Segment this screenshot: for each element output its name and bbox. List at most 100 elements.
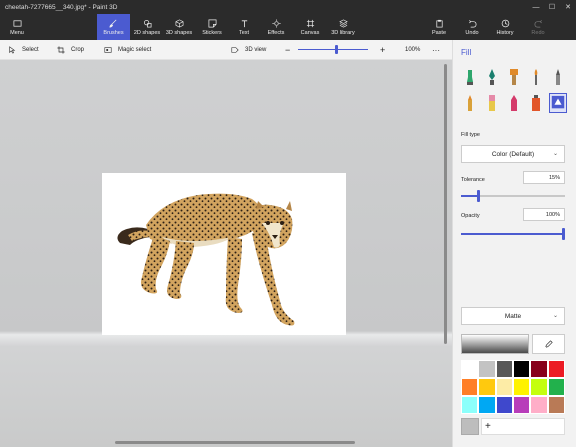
tab-3d-library[interactable]: 3D library	[328, 14, 358, 40]
color-swatch[interactable]	[513, 396, 531, 414]
color-swatch[interactable]	[478, 360, 496, 378]
undo-icon	[468, 19, 476, 27]
select-label: Select	[22, 47, 39, 53]
color-swatch[interactable]	[547, 360, 565, 378]
menu-label: Menu	[10, 29, 24, 36]
undo-label: Undo	[465, 29, 479, 36]
tab-3d-shapes[interactable]: 3D shapes	[164, 14, 194, 40]
color-swatch[interactable]	[495, 378, 513, 396]
effects-icon	[271, 18, 281, 28]
2d-shapes-icon	[143, 19, 151, 27]
tolerance-slider-thumb[interactable]	[476, 190, 480, 202]
selection-toolbar: Select Crop Magic select 3D view − + 100…	[0, 40, 452, 60]
zoom-in-button[interactable]: +	[380, 40, 385, 60]
chevron-down-icon: ⌄	[552, 313, 558, 319]
zoom-slider-thumb[interactable]	[335, 45, 339, 54]
select-button[interactable]: Select	[8, 40, 39, 60]
3d-shapes-icon	[175, 19, 183, 27]
tab-2d-shapes-label: 2D shapes	[133, 29, 161, 36]
oil-brush-icon[interactable]	[507, 68, 521, 86]
canvas[interactable]	[102, 173, 346, 335]
current-color-swatch[interactable]	[461, 418, 479, 435]
panel-title: Fill	[461, 48, 472, 57]
vertical-scrollbar[interactable]	[444, 64, 447, 344]
history-icon	[501, 19, 509, 27]
watercolor-icon[interactable]	[529, 68, 543, 86]
horizontal-scrollbar[interactable]	[115, 441, 355, 444]
fill-panel: Fill Fill type Color (Default) ⌄ Toleran…	[452, 40, 576, 447]
zoom-out-button[interactable]: −	[285, 40, 290, 60]
tab-text[interactable]: Text	[233, 14, 255, 40]
opacity-slider-thumb[interactable]	[562, 228, 565, 240]
color-preview[interactable]	[461, 334, 529, 354]
calligraphy-pen-icon[interactable]	[485, 68, 499, 86]
pixel-pen-icon[interactable]	[551, 68, 565, 86]
tolerance-slider-fill	[461, 195, 477, 197]
color-swatch[interactable]	[461, 396, 479, 414]
marker-icon[interactable]	[463, 68, 477, 86]
paste-label: Paste	[431, 29, 447, 36]
fill-icon[interactable]	[549, 93, 567, 113]
tolerance-input[interactable]: 15%	[523, 171, 565, 184]
more-options-button[interactable]: ···	[432, 40, 440, 60]
tab-brushes[interactable]: Brushes	[97, 14, 130, 40]
zoom-value: 100%	[405, 47, 421, 53]
tab-2d-shapes[interactable]: 2D shapes	[132, 14, 162, 40]
crop-label: Crop	[71, 47, 85, 53]
opacity-slider[interactable]	[461, 228, 565, 240]
tab-brushes-label: Brushes	[103, 29, 124, 36]
color-swatch[interactable]	[495, 396, 513, 414]
spray-can-icon[interactable]	[529, 94, 543, 112]
color-swatch[interactable]	[530, 378, 548, 396]
color-swatch[interactable]	[530, 396, 548, 414]
color-swatch[interactable]	[513, 360, 531, 378]
eraser-icon[interactable]	[485, 94, 499, 112]
tab-stickers-label: Stickers	[202, 29, 222, 36]
close-button[interactable]: ✕	[560, 0, 576, 14]
tab-canvas[interactable]: Canvas	[297, 14, 323, 40]
opacity-input[interactable]: 100%	[523, 208, 565, 221]
fill-type-dropdown[interactable]: Color (Default) ⌄	[461, 145, 565, 163]
tab-canvas-label: Canvas	[300, 29, 320, 36]
eyedropper-icon	[544, 340, 553, 348]
color-swatch[interactable]	[461, 360, 479, 378]
pencil-icon[interactable]	[463, 94, 477, 112]
add-color-button[interactable]: +	[481, 418, 565, 435]
history-button[interactable]: History	[494, 14, 516, 40]
crop-icon	[57, 46, 65, 54]
color-swatch[interactable]	[495, 360, 513, 378]
color-swatch[interactable]	[530, 360, 548, 378]
tab-effects-label: Effects	[267, 29, 285, 36]
color-swatch[interactable]	[547, 396, 565, 414]
color-swatch[interactable]	[478, 396, 496, 414]
canvas-icon	[306, 19, 314, 27]
zoom-slider-track[interactable]	[298, 49, 368, 50]
crayon-icon[interactable]	[507, 94, 521, 112]
color-swatch[interactable]	[513, 378, 531, 396]
redo-label: Redo	[531, 29, 545, 36]
paste-button[interactable]: Paste	[428, 14, 450, 40]
maximize-button[interactable]: ☐	[544, 0, 560, 14]
tab-effects[interactable]: Effects	[263, 14, 289, 40]
minimize-button[interactable]: —	[528, 0, 544, 14]
color-swatch[interactable]	[547, 378, 565, 396]
finish-dropdown[interactable]: Matte ⌄	[461, 307, 565, 325]
finish-value: Matte	[504, 312, 522, 320]
redo-icon	[534, 19, 542, 27]
menu-button[interactable]: Menu	[4, 14, 30, 40]
window-title: cheetah-7277665__340.jpg* - Paint 3D	[5, 3, 118, 11]
tab-stickers[interactable]: Stickers	[198, 14, 226, 40]
brush-icon	[109, 19, 117, 27]
3d-view-toggle[interactable]: 3D view	[231, 40, 266, 60]
eyedropper-button[interactable]	[532, 334, 565, 354]
color-swatch[interactable]	[478, 378, 496, 396]
undo-button[interactable]: Undo	[462, 14, 482, 40]
tolerance-slider[interactable]	[461, 190, 565, 202]
fill-type-value: Color (Default)	[491, 150, 535, 158]
paste-icon	[435, 19, 443, 27]
magic-select-button[interactable]: Magic select	[104, 40, 151, 60]
stickers-icon	[208, 19, 216, 27]
color-swatch[interactable]	[461, 378, 479, 396]
crop-button[interactable]: Crop	[57, 40, 84, 60]
redo-button[interactable]: Redo	[528, 14, 548, 40]
